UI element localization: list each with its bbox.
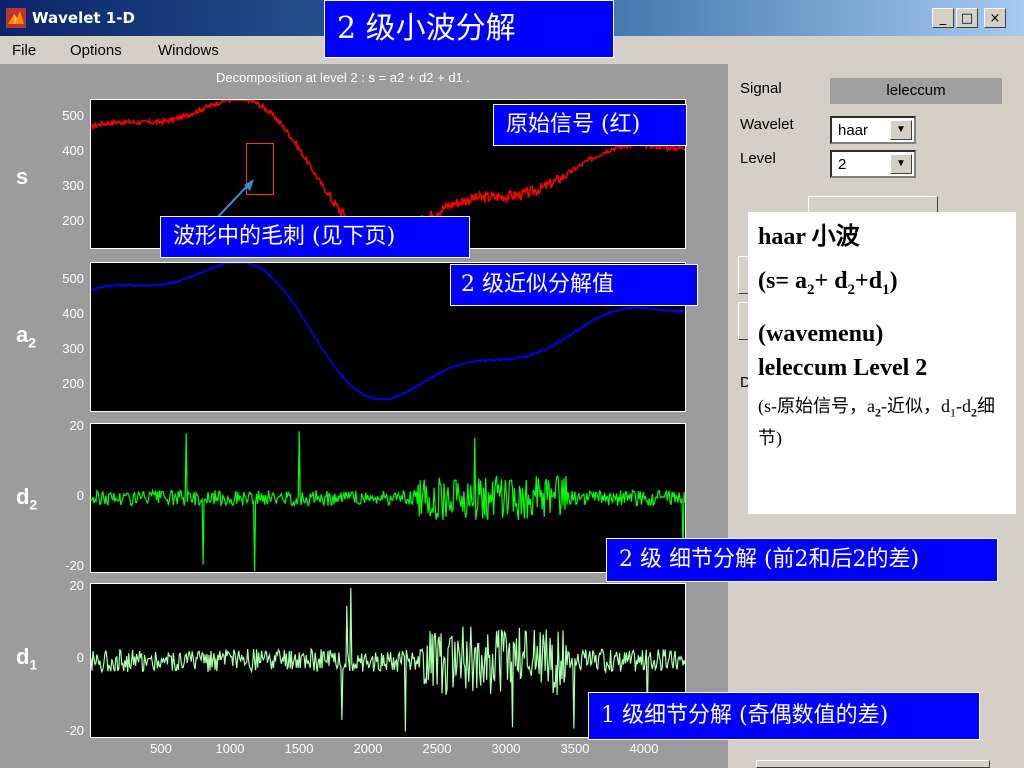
maximize-button[interactable]: □ <box>956 8 978 28</box>
note-legend: (s-原始信号，a2-近似，d1-d2细节) <box>758 395 995 449</box>
signal-trace-d2 <box>90 431 686 572</box>
ylabel-d2: d2 <box>16 484 38 513</box>
note-title: haar 小波 <box>758 224 860 250</box>
xtick: 3000 <box>491 741 521 756</box>
note-signal-level: leleccum Level 2 <box>758 354 928 381</box>
ytick: 20 <box>69 578 84 593</box>
ytick: -20 <box>65 723 84 738</box>
panel-bottom-button[interactable] <box>756 760 990 768</box>
ytick: 400 <box>62 143 84 158</box>
menu-options[interactable]: Options <box>70 42 122 59</box>
detail-level1-callout: 1 级细节分解 (奇偶数值的差) <box>588 692 980 740</box>
signal-d2-plot <box>90 431 686 572</box>
matlab-logo-icon <box>6 8 26 28</box>
ytick: 300 <box>62 341 84 356</box>
menu-windows[interactable]: Windows <box>158 42 219 59</box>
wavelet-label: Wavelet <box>740 116 794 133</box>
xtick: 2000 <box>353 741 383 756</box>
ylabel-s: s <box>16 164 29 189</box>
xtick: 1500 <box>284 741 314 756</box>
main-title-callout: 2 级小波分解 <box>324 0 614 58</box>
xtick: 2500 <box>422 741 452 756</box>
approximation-callout: 2 级近似分解值 <box>450 264 698 306</box>
minimize-button[interactable]: _ <box>932 8 954 28</box>
axis-d2[interactable] <box>90 423 686 573</box>
signal-name-display: leleccum <box>830 78 1002 104</box>
spike-callout: 波形中的毛刺 (见下页) <box>160 216 470 258</box>
menu-file[interactable]: File <box>12 42 36 59</box>
ytick: 0 <box>76 650 84 665</box>
original-signal-callout: 原始信号 (红) <box>493 104 687 146</box>
level-select-value: 2 <box>838 156 847 173</box>
ytick: 500 <box>62 108 84 123</box>
ytick: -20 <box>65 558 84 573</box>
detail-level2-callout: 2 级 细节分解 (前2和后2的差) <box>606 538 998 582</box>
xtick: 1000 <box>215 741 245 756</box>
explanation-note: haar 小波 (s= a2+ d2+d1) (wavemenu) lelecc… <box>748 212 1016 514</box>
note-formula: (s= a2+ d2+d1) <box>758 268 898 298</box>
xtick: 3500 <box>560 741 590 756</box>
note-command: (wavemenu) <box>758 320 884 347</box>
close-button[interactable]: × <box>984 8 1006 28</box>
xtick: 500 <box>150 741 172 756</box>
level-select[interactable]: 2 ▼ <box>830 150 916 178</box>
ytick: 20 <box>69 418 84 433</box>
level-label: Level <box>740 150 776 167</box>
xtick: 4000 <box>629 741 659 756</box>
ytick: 500 <box>62 271 84 286</box>
signal-label: Signal <box>740 80 782 97</box>
ylabel-d1: d1 <box>16 644 38 673</box>
ytick: 200 <box>62 376 84 391</box>
wavelet-select-value: haar <box>838 122 869 139</box>
chevron-down-icon[interactable]: ▼ <box>890 154 912 174</box>
wavelet-select[interactable]: haar ▼ <box>830 116 916 144</box>
ytick: 300 <box>62 178 84 193</box>
ylabel-a2: a2 <box>16 322 37 351</box>
figure-title: Decomposition at level 2 : s = a2 + d2 +… <box>216 70 471 85</box>
ytick: 400 <box>62 306 84 321</box>
window-title: Wavelet 1-D <box>32 9 135 27</box>
ytick: 0 <box>76 488 84 503</box>
ytick: 200 <box>62 213 84 228</box>
chevron-down-icon[interactable]: ▼ <box>890 120 912 140</box>
